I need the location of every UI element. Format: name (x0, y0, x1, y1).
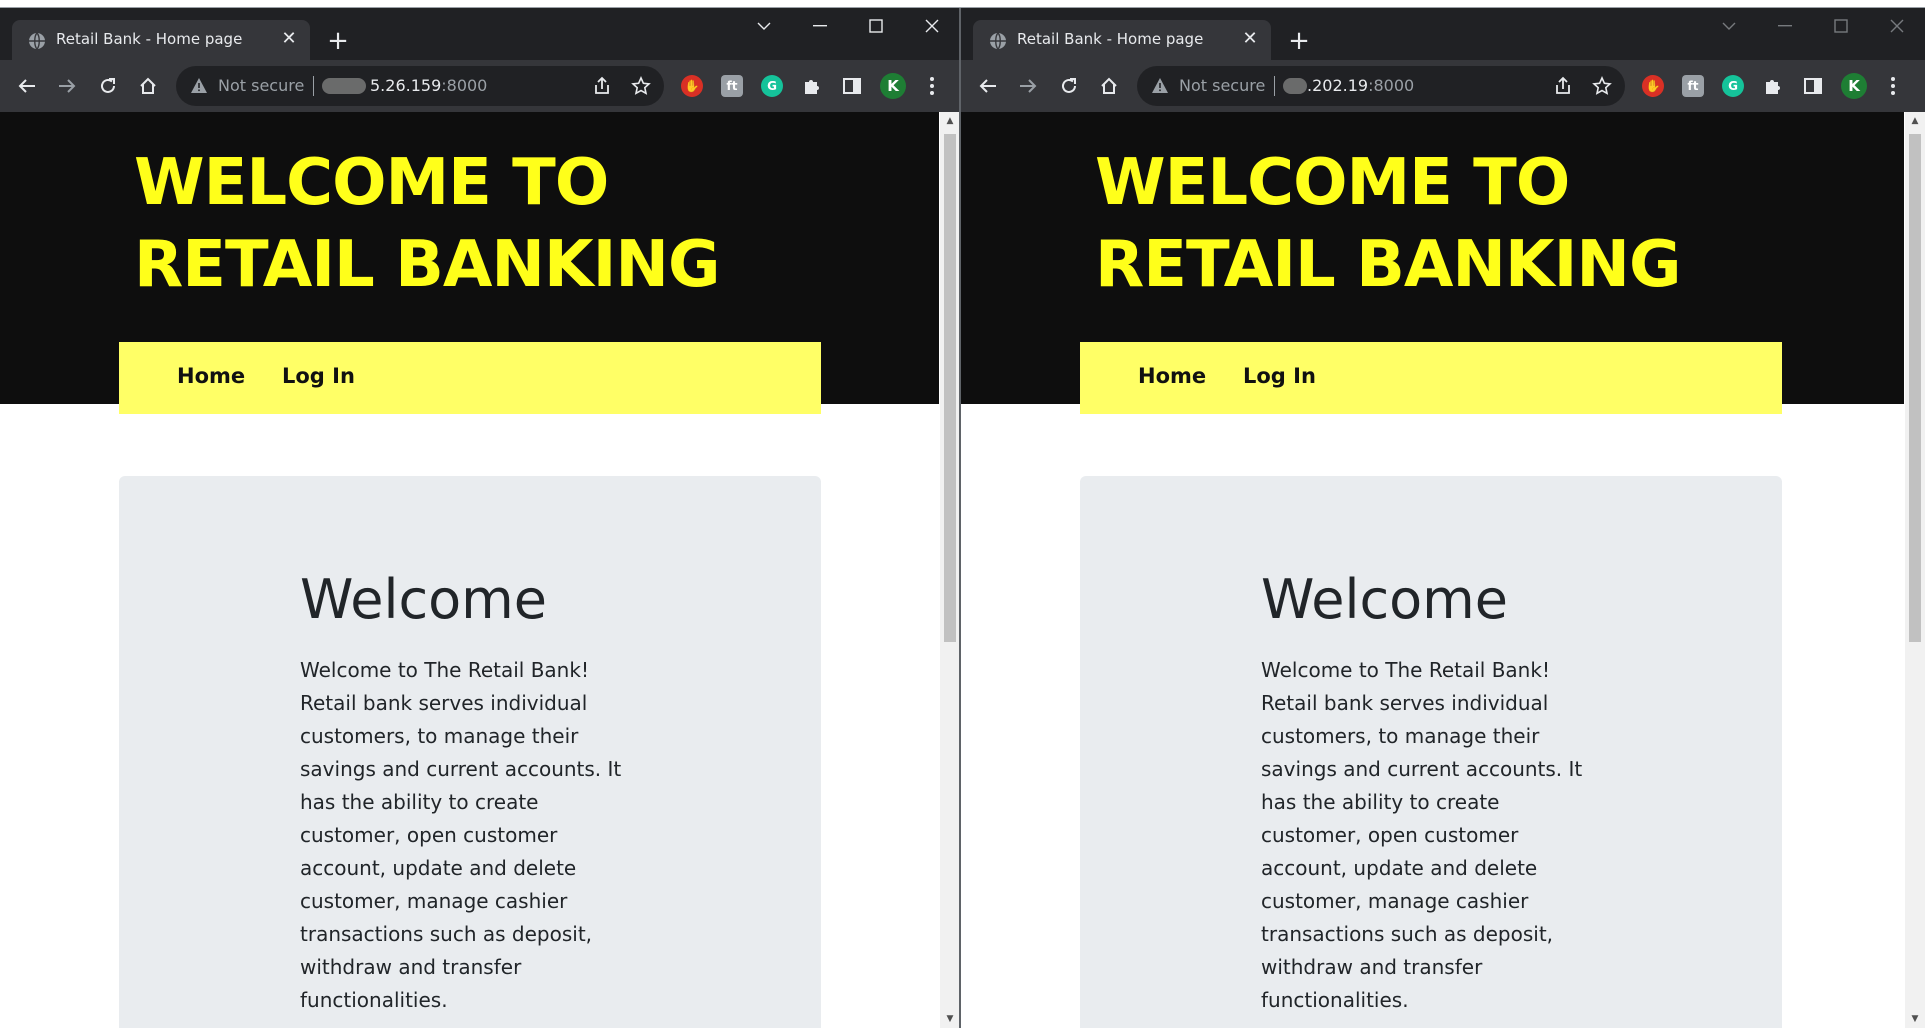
welcome-heading: Welcome (300, 568, 548, 631)
avatar[interactable]: K (880, 73, 906, 99)
side-panel-icon[interactable] (1802, 75, 1824, 97)
address-bar[interactable]: Not secure .202.19:8000 (1137, 66, 1625, 106)
tab-title: Retail Bank - Home page (1017, 30, 1204, 48)
page-viewport: WELCOME TO RETAIL BANKING Home Log In We… (961, 112, 1904, 1028)
grammarly-extension-icon[interactable]: G (761, 75, 783, 97)
globe-icon (29, 32, 45, 50)
nav-home-link[interactable]: Home (177, 364, 245, 388)
scroll-thumb[interactable] (1909, 134, 1921, 642)
reload-icon[interactable] (93, 71, 123, 101)
close-icon[interactable]: ✕ (1239, 28, 1261, 50)
translate-extension-icon[interactable]: ft (721, 75, 743, 97)
browser-tab[interactable]: Retail Bank - Home page ✕ (973, 20, 1271, 60)
adblock-extension-icon[interactable]: ✋ (1642, 75, 1664, 97)
plus-icon[interactable]: + (325, 28, 351, 54)
address-separator (313, 76, 314, 96)
arrow-right-icon[interactable] (52, 71, 82, 101)
welcome-text: Welcome to The Retail Bank! Retail bank … (300, 658, 622, 1012)
scroll-down-icon[interactable]: ▼ (945, 1014, 955, 1024)
chevron-down-icon[interactable] (1701, 8, 1757, 44)
kebab-menu-icon[interactable] (1882, 75, 1904, 97)
arrow-left-icon[interactable] (12, 71, 42, 101)
address-bar[interactable]: Not secure 5.26.159:8000 (176, 66, 664, 106)
nav-home-link[interactable]: Home (1138, 364, 1206, 388)
arrow-left-icon[interactable] (973, 71, 1003, 101)
star-icon[interactable] (631, 76, 651, 96)
scroll-thumb[interactable] (944, 134, 956, 642)
globe-icon (990, 32, 1006, 50)
site-navbar: Home Log In (119, 342, 821, 414)
page-viewport: WELCOME TO RETAIL BANKING Home Log In We… (0, 112, 939, 1028)
window-close-icon[interactable] (904, 8, 960, 44)
browser-tab[interactable]: Retail Bank - Home page ✕ (12, 20, 310, 60)
scroll-up-icon[interactable]: ▲ (1910, 116, 1920, 126)
welcome-heading: Welcome (1261, 568, 1509, 631)
browser-window-left: Retail Bank - Home page ✕ + Not secure 5… (0, 8, 960, 1028)
url-host: .202.19 (1307, 76, 1369, 95)
minimize-icon[interactable] (792, 8, 848, 44)
home-icon[interactable] (1094, 71, 1124, 101)
warning-icon (191, 78, 207, 93)
puzzle-icon[interactable] (801, 75, 823, 97)
vertical-scrollbar[interactable]: ▲ ▼ (940, 112, 960, 1028)
arrow-right-icon[interactable] (1013, 71, 1043, 101)
browser-toolbar: Not secure 5.26.159:8000 ✋ ft G K (0, 60, 960, 112)
reload-icon[interactable] (1054, 71, 1084, 101)
welcome-text: Welcome to The Retail Bank! Retail bank … (1261, 658, 1583, 1012)
translate-extension-icon[interactable]: ft (1682, 75, 1704, 97)
address-separator (1274, 76, 1275, 96)
chevron-down-icon[interactable] (736, 8, 792, 44)
welcome-card: Welcome Welcome to The Retail Bank! Reta… (1080, 476, 1782, 1028)
browser-window-right: Retail Bank - Home page ✕ + Not secure .… (961, 8, 1925, 1028)
redacted-ip (1283, 78, 1307, 94)
url-port: :8000 (441, 76, 488, 95)
share-icon[interactable] (592, 76, 612, 96)
window-close-icon[interactable] (1869, 8, 1925, 44)
scroll-up-icon[interactable]: ▲ (945, 116, 955, 126)
window-controls (736, 8, 960, 44)
security-label: Not secure (1179, 76, 1266, 95)
site-title: WELCOME TO RETAIL BANKING (1095, 146, 1681, 302)
desktop-screen: Retail Bank - Home page ✕ + Not secure 5… (0, 0, 1925, 1028)
tab-title: Retail Bank - Home page (56, 30, 243, 48)
security-label: Not secure (218, 76, 305, 95)
vertical-scrollbar[interactable]: ▲ ▼ (1905, 112, 1925, 1028)
site-navbar: Home Log In (1080, 342, 1782, 414)
plus-icon[interactable]: + (1286, 28, 1312, 54)
side-panel-icon[interactable] (841, 75, 863, 97)
warning-icon (1152, 78, 1168, 93)
nav-login-link[interactable]: Log In (282, 364, 355, 388)
window-controls (1701, 8, 1925, 44)
scroll-down-icon[interactable]: ▼ (1910, 1014, 1920, 1024)
redacted-ip (322, 78, 366, 94)
welcome-card: Welcome Welcome to The Retail Bank! Reta… (119, 476, 821, 1028)
star-icon[interactable] (1592, 76, 1612, 96)
maximize-icon[interactable] (1813, 8, 1869, 44)
tab-strip: Retail Bank - Home page ✕ + (0, 8, 960, 60)
url-host: 5.26.159 (370, 76, 442, 95)
puzzle-icon[interactable] (1762, 75, 1784, 97)
home-icon[interactable] (133, 71, 163, 101)
tab-strip: Retail Bank - Home page ✕ + (961, 8, 1925, 60)
site-title: WELCOME TO RETAIL BANKING (134, 146, 720, 302)
grammarly-extension-icon[interactable]: G (1722, 75, 1744, 97)
maximize-icon[interactable] (848, 8, 904, 44)
browser-toolbar: Not secure .202.19:8000 ✋ ft G K (961, 60, 1925, 112)
adblock-extension-icon[interactable]: ✋ (681, 75, 703, 97)
share-icon[interactable] (1553, 76, 1573, 96)
close-icon[interactable]: ✕ (278, 28, 300, 50)
kebab-menu-icon[interactable] (921, 75, 943, 97)
url-port: :8000 (1368, 76, 1415, 95)
top-edge (0, 0, 1925, 8)
avatar[interactable]: K (1841, 73, 1867, 99)
minimize-icon[interactable] (1757, 8, 1813, 44)
nav-login-link[interactable]: Log In (1243, 364, 1316, 388)
